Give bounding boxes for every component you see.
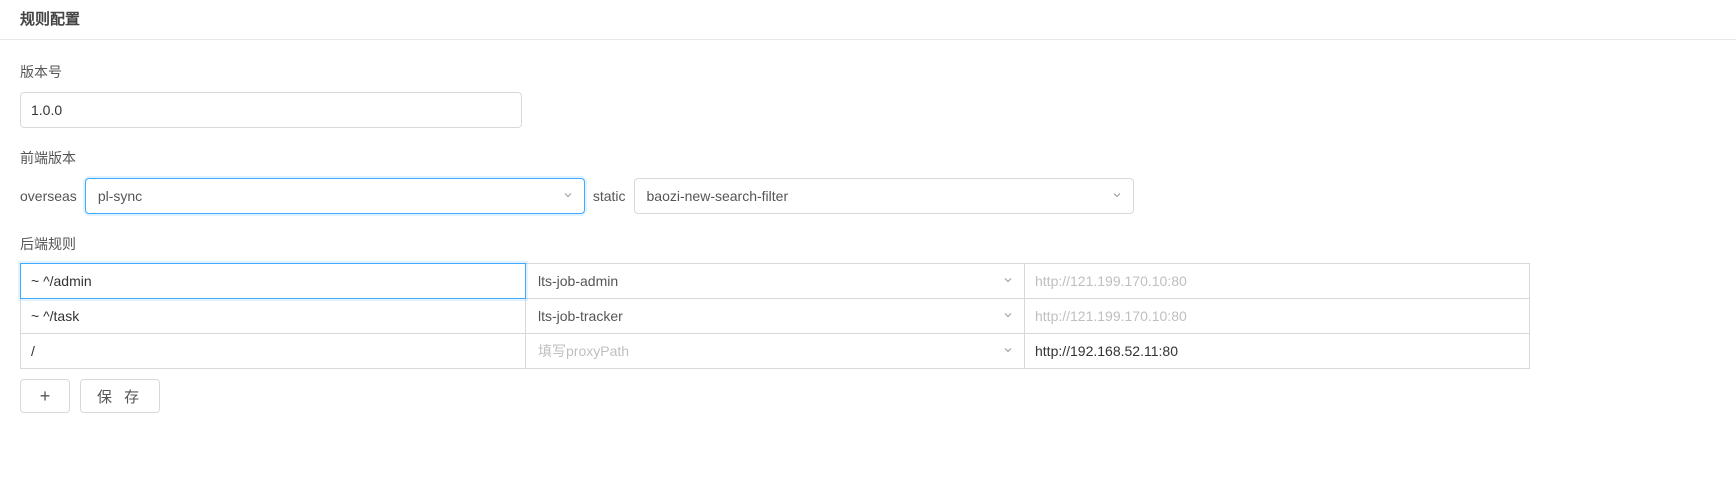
static-select-value: baozi-new-search-filter [647,188,789,204]
divider [0,39,1736,40]
overseas-label: overseas [20,188,77,204]
rule-path-input[interactable] [20,263,526,299]
frontend-row: overseas pl-sync static baozi-new-search… [20,178,1716,214]
chevron-down-icon [1002,308,1014,324]
section-title: 规则配置 [0,0,1736,39]
chevron-down-icon [562,188,574,204]
overseas-select[interactable]: pl-sync [85,178,585,214]
rule-proxy-select[interactable]: lts-job-tracker [525,298,1025,334]
backend-block: 后端规则 lts-job-admin lts-job-tracker [20,234,1716,413]
rule-proxy-select[interactable]: lts-job-admin [525,263,1025,299]
rule-url-input[interactable] [1024,263,1530,299]
version-block: 版本号 [20,62,1716,128]
button-row: + 保 存 [20,379,1716,413]
add-button[interactable]: + [20,379,70,413]
frontend-block: 前端版本 overseas pl-sync static baozi-new-s… [20,148,1716,214]
table-row: lts-job-tracker [20,299,1716,334]
table-row: 填写proxyPath [20,334,1716,369]
chevron-down-icon [1002,273,1014,289]
frontend-label: 前端版本 [20,148,1716,168]
rule-proxy-select[interactable]: 填写proxyPath [525,333,1025,369]
static-select[interactable]: baozi-new-search-filter [634,178,1134,214]
rule-url-input[interactable] [1024,298,1530,334]
form-body: 版本号 前端版本 overseas pl-sync static baozi-n… [0,62,1736,453]
chevron-down-icon [1002,343,1014,359]
version-input[interactable] [20,92,522,128]
rule-url-input[interactable] [1024,333,1530,369]
rule-path-input[interactable] [20,298,526,334]
rule-path-input[interactable] [20,333,526,369]
rule-proxy-value: lts-job-tracker [538,308,623,324]
static-label: static [593,188,626,204]
version-label: 版本号 [20,62,1716,82]
page-root: 规则配置 版本号 前端版本 overseas pl-sync static ba… [0,0,1736,453]
backend-label: 后端规则 [20,234,1716,254]
overseas-select-value: pl-sync [98,188,142,204]
chevron-down-icon [1111,188,1123,204]
rule-proxy-placeholder: 填写proxyPath [538,341,629,361]
rule-proxy-value: lts-job-admin [538,273,618,289]
table-row: lts-job-admin [20,264,1716,299]
save-button[interactable]: 保 存 [80,379,160,413]
